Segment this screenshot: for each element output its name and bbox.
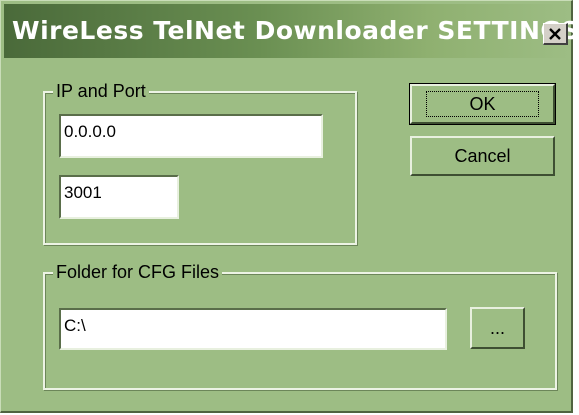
cfg-folder-path-input[interactable]: C:\ [59,308,447,350]
browse-folder-button[interactable]: ... [470,307,525,349]
settings-dialog: WireLess TelNet Downloader SETTINGS IP a… [0,0,579,413]
cfg-folder-group-label: Folder for CFG Files [53,261,223,283]
cancel-button[interactable]: Cancel [410,136,555,176]
ok-button-label: OK [426,91,539,117]
close-button[interactable] [543,23,568,45]
port-input[interactable]: 3001 [59,175,179,219]
window-title: WireLess TelNet Downloader SETTINGS [12,16,579,45]
title-bar[interactable]: WireLess TelNet Downloader SETTINGS [4,4,579,58]
close-x-icon [548,27,562,40]
ok-button[interactable]: OK [409,83,556,125]
ip-address-input[interactable]: 0.0.0.0 [59,114,323,158]
ip-port-group-label: IP and Port [53,80,149,102]
